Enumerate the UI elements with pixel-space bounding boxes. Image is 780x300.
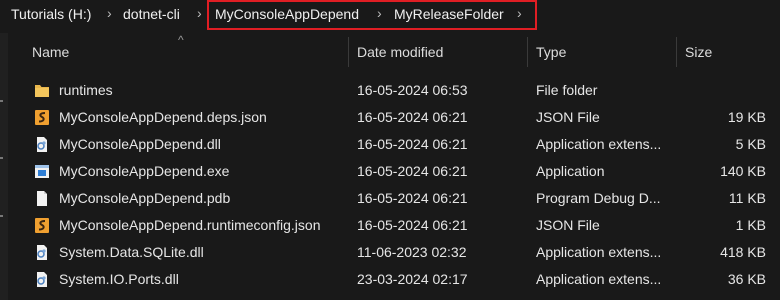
sort-ascending-icon: ^ [178,33,184,47]
column-header-type[interactable]: Type [536,44,566,60]
file-row-dll[interactable]: MyConsoleAppDepend.dll 16-05-2024 06:21 … [0,131,780,158]
file-row-exe[interactable]: MyConsoleAppDepend.exe 16-05-2024 06:21 … [0,158,780,185]
column-divider[interactable] [527,37,528,67]
folder-icon [35,85,49,97]
file-type: JSON File [536,109,600,125]
file-type: Program Debug D... [536,190,661,206]
file-date: 16-05-2024 06:53 [357,82,468,98]
file-type: Application [536,163,605,179]
file-size: 19 KB [727,109,766,125]
file-date: 16-05-2024 06:21 [357,136,468,152]
file-row-runtimeconfig-json[interactable]: MyConsoleAppDepend.runtimeconfig.json 16… [0,212,780,239]
file-date: 16-05-2024 06:21 [357,190,468,206]
file-row-sqlite-dll[interactable]: System.Data.SQLite.dll 11-06-2023 02:32 … [0,239,780,266]
exe-file-icon [35,165,49,178]
file-type: JSON File [536,217,600,233]
file-size: 11 KB [728,190,766,206]
file-date: 23-03-2024 02:17 [357,271,468,287]
file-size: 5 KB [735,136,766,152]
blank-file-icon [37,191,47,206]
column-header-size[interactable]: Size [685,44,712,60]
file-row-ioports-dll[interactable]: System.IO.Ports.dll 23-03-2024 02:17 App… [0,266,780,293]
dll-file-icon [37,272,47,287]
file-date: 16-05-2024 06:21 [357,163,468,179]
file-name: MyConsoleAppDepend.pdb [59,190,231,206]
file-size: 1 KB [735,217,766,233]
file-row-runtimes[interactable]: runtimes 16-05-2024 06:53 File folder [0,77,780,104]
file-name: MyConsoleAppDepend.exe [59,163,230,179]
file-date: 11-06-2023 02:32 [357,244,467,260]
json-file-icon [35,110,49,125]
file-type: File folder [536,82,598,98]
column-divider[interactable] [348,37,349,67]
file-name: System.IO.Ports.dll [59,271,179,287]
column-header: ^ Name Date modified Type Size [0,33,780,71]
file-name: MyConsoleAppDepend.runtimeconfig.json [59,217,321,233]
file-size: 418 KB [720,244,766,260]
breadcrumb: Tutorials (H:) › dotnet-cli › MyConsoleA… [0,0,780,33]
chevron-right-icon[interactable]: › [107,5,112,21]
file-date: 16-05-2024 06:21 [357,109,468,125]
file-type: Application extens... [536,136,662,152]
file-type: Application extens... [536,244,662,260]
file-name: MyConsoleAppDepend.deps.json [59,109,267,125]
highlight-box [207,0,537,30]
column-header-name[interactable]: Name [32,44,69,60]
json-file-icon [35,218,49,233]
chevron-right-icon[interactable]: › [197,5,202,21]
breadcrumb-item-drive[interactable]: Tutorials (H:) [11,6,91,22]
file-size: 140 KB [720,163,766,179]
file-name: runtimes [59,82,113,98]
file-row-deps-json[interactable]: MyConsoleAppDepend.deps.json 16-05-2024 … [0,104,780,131]
file-list: runtimes 16-05-2024 06:53 File folder My… [0,77,780,293]
file-name: MyConsoleAppDepend.dll [59,136,221,152]
breadcrumb-item-dotnet-cli[interactable]: dotnet-cli [123,6,180,22]
dll-file-icon [37,137,47,152]
file-size: 36 KB [727,271,766,287]
file-row-pdb[interactable]: MyConsoleAppDepend.pdb 16-05-2024 06:21 … [0,185,780,212]
file-type: Application extens... [536,271,662,287]
column-header-date[interactable]: Date modified [357,44,443,60]
file-name: System.Data.SQLite.dll [59,244,204,260]
dll-file-icon [37,245,47,260]
column-divider[interactable] [676,37,677,67]
file-date: 16-05-2024 06:21 [357,217,468,233]
